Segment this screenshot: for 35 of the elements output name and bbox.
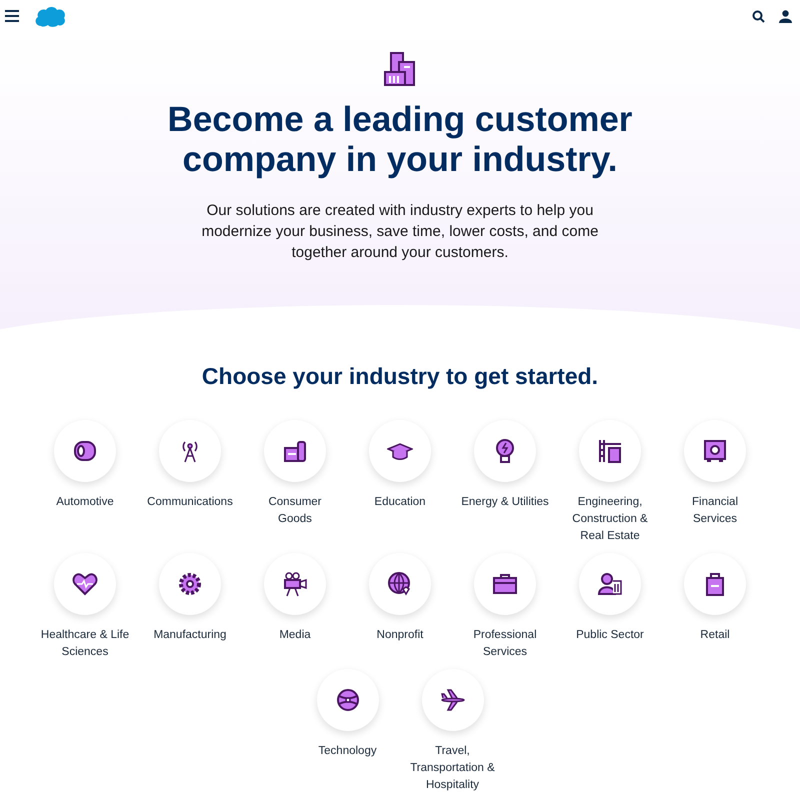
industry-label: Nonprofit — [376, 628, 424, 643]
industry-label: Manufacturing — [152, 628, 228, 643]
crane-icon — [597, 438, 623, 464]
person-building-icon — [597, 571, 623, 597]
industry-label: Healthcare & Life Sciences — [40, 628, 130, 660]
hero-heading: Become a leading customer company in your industry. — [166, 100, 634, 180]
industry-label: Professional Services — [472, 628, 538, 660]
heart-icon — [72, 571, 98, 597]
industry-label: Energy & Utilities — [460, 495, 550, 510]
search-icon[interactable] — [752, 10, 765, 22]
industry-label: Technology — [317, 744, 378, 759]
industry-label: Consumer Goods — [267, 495, 323, 527]
gear-icon — [177, 571, 203, 597]
industry-label: Education — [373, 495, 427, 510]
movie-camera-icon — [282, 571, 308, 597]
industry-label: Communications — [146, 495, 234, 510]
section-heading: Choose your industry to get started. — [200, 363, 600, 390]
airplane-icon — [440, 687, 466, 713]
factory-icon — [282, 438, 308, 464]
industry-label: Travel, Transportation & Hospitality — [409, 744, 496, 793]
industry-label: Media — [278, 628, 312, 643]
industry-label: Financial Services — [690, 495, 740, 527]
menu-icon[interactable] — [5, 10, 19, 22]
user-icon[interactable] — [779, 10, 792, 22]
industry-label: Retail — [699, 628, 731, 643]
briefcase-icon — [492, 571, 518, 597]
hero-description: Our solutions are created with industry experts to help you modernize your business, save time, lower costs, and come together around your customers. — [200, 201, 600, 263]
industry-label: Engineering, Construction & Real Estate — [571, 495, 649, 544]
safe-icon — [702, 438, 728, 464]
buildings-icon — [384, 52, 416, 86]
industry-label: Public Sector — [575, 628, 645, 643]
planet-icon — [334, 687, 360, 713]
industry-label: Automotive — [55, 495, 115, 510]
globe-icon — [387, 571, 413, 597]
cloud-logo[interactable] — [33, 5, 67, 27]
